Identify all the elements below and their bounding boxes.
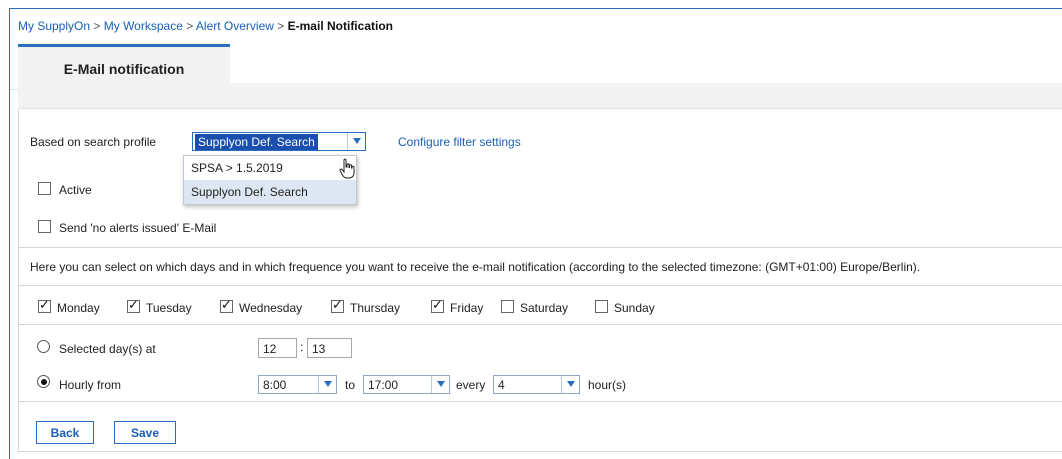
active-label: Active: [59, 183, 92, 197]
no-alerts-label: Send 'no alerts issued' E-Mail: [59, 221, 217, 235]
breadcrumb-my-supplyon[interactable]: My SupplyOn: [18, 19, 90, 33]
hourly-every-value: 4: [498, 378, 505, 392]
day-wednesday-checkbox[interactable]: [220, 298, 233, 313]
profile-dropdown-list: SPSA > 1.5.2019 Supplyon Def. Search: [183, 155, 357, 205]
main-panel: My SupplyOn > My Workspace > Alert Overv…: [9, 8, 1062, 459]
tab-label: E-Mail notification: [63, 61, 185, 77]
divider: [19, 285, 1062, 286]
day-thursday-label: Thursday: [350, 301, 401, 315]
hourly-every-select[interactable]: 4: [493, 375, 580, 394]
day-monday-label: Monday: [57, 301, 100, 315]
breadcrumb-separator: >: [186, 19, 194, 33]
time-colon: :: [300, 340, 304, 354]
divider: [19, 401, 1062, 402]
profile-option[interactable]: Supplyon Def. Search: [184, 180, 356, 204]
divider: [19, 324, 1062, 325]
hourly-radio[interactable]: [37, 375, 50, 388]
no-alerts-checkbox[interactable]: [38, 220, 51, 233]
divider: [19, 247, 1062, 248]
day-tuesday-checkbox[interactable]: [127, 298, 140, 313]
day-saturday-label: Saturday: [520, 301, 569, 315]
day-wednesday-label: Wednesday: [239, 301, 303, 315]
breadcrumb: My SupplyOn > My Workspace > Alert Overv…: [18, 19, 393, 33]
profile-label: Based on search profile: [30, 135, 157, 149]
notification-form: Based on search profile Supplyon Def. Se…: [18, 110, 1062, 452]
info-text: Here you can select on which days and in…: [30, 260, 921, 274]
chevron-down-icon[interactable]: [347, 133, 365, 150]
day-tuesday-label: Tuesday: [146, 301, 192, 315]
day-sunday-label: Sunday: [614, 301, 655, 315]
profile-select-value: Supplyon Def. Search: [195, 134, 318, 150]
hours-unit-label: hour(s): [588, 378, 627, 392]
active-checkbox[interactable]: [38, 182, 51, 195]
day-thursday-checkbox[interactable]: [331, 298, 344, 313]
selected-days-label: Selected day(s) at: [59, 342, 156, 356]
hourly-to-select[interactable]: 17:00: [363, 375, 450, 394]
day-friday-checkbox[interactable]: [431, 298, 444, 313]
breadcrumb-current: E-mail Notification: [287, 19, 393, 33]
breadcrumb-separator: >: [93, 19, 101, 33]
to-label: to: [345, 378, 356, 392]
hand-cursor-icon: [339, 158, 355, 179]
save-button[interactable]: Save: [114, 421, 176, 444]
breadcrumb-my-workspace[interactable]: My Workspace: [104, 19, 183, 33]
breadcrumb-separator: >: [277, 19, 285, 33]
day-friday-label: Friday: [450, 301, 484, 315]
chevron-down-icon[interactable]: [318, 376, 336, 393]
configure-filter-link[interactable]: Configure filter settings: [398, 135, 521, 149]
day-monday-checkbox[interactable]: [38, 298, 51, 313]
profile-option[interactable]: SPSA > 1.5.2019: [184, 156, 356, 180]
back-button[interactable]: Back: [36, 421, 94, 444]
profile-select[interactable]: Supplyon Def. Search: [192, 132, 366, 151]
hourly-from-select[interactable]: 8:00: [258, 375, 337, 394]
day-saturday-checkbox[interactable]: [501, 300, 514, 313]
day-sunday-checkbox[interactable]: [595, 300, 608, 313]
minute-input[interactable]: 13: [307, 338, 352, 358]
hourly-from-value: 8:00: [263, 378, 287, 392]
every-label: every: [456, 378, 486, 392]
selected-days-radio[interactable]: [37, 340, 50, 353]
hour-input[interactable]: 12: [258, 338, 297, 358]
breadcrumb-alert-overview[interactable]: Alert Overview: [196, 19, 274, 33]
hourly-to-value: 17:00: [368, 378, 399, 392]
header-band: [18, 83, 1062, 109]
chevron-down-icon[interactable]: [431, 376, 449, 393]
hourly-label: Hourly from: [59, 378, 122, 392]
chevron-down-icon[interactable]: [561, 376, 579, 393]
